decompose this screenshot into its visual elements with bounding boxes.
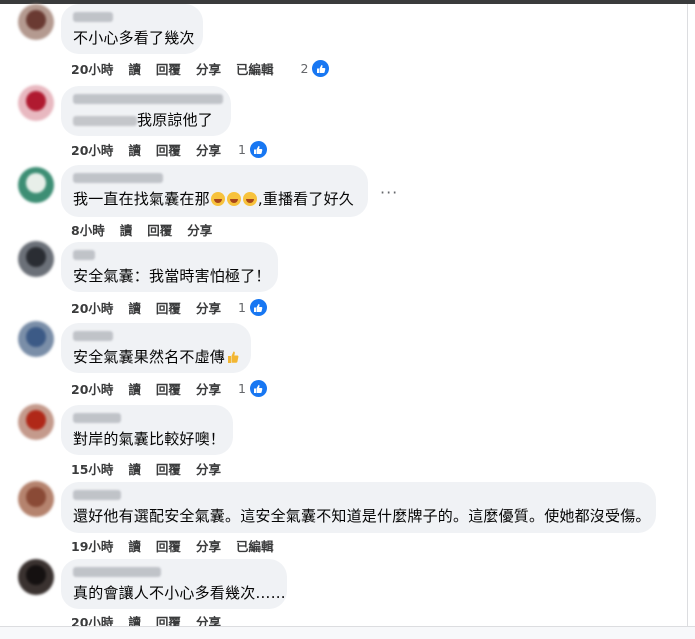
comment-time[interactable]: 20小時 [71,140,113,159]
like-icon [248,379,268,398]
read-action[interactable]: 讀 [128,59,141,78]
like-count: 1 [237,142,246,157]
comment-text: 安全氣囊：我當時害怕極了！ [73,267,271,285]
reply-action[interactable]: 回覆 [156,140,181,159]
commenter-name[interactable] [73,413,121,423]
comment-text: 不小心多看了幾次 [73,29,195,47]
share-action[interactable]: 分享 [196,140,221,159]
avatar[interactable] [18,404,54,440]
comment-text-start: 我一直在找氣囊在那 [73,190,210,208]
thumbs-up-emoji [228,351,239,363]
comment-meta: 15小時 讀 回覆 分享 [71,459,236,478]
commenter-name[interactable] [73,331,113,341]
commenter-name[interactable] [73,173,163,183]
like-icon [248,140,268,159]
comment-time[interactable]: 8小時 [71,220,105,239]
read-action[interactable]: 讀 [128,298,141,317]
like-icon [311,59,331,78]
share-action[interactable]: 分享 [187,220,212,239]
comment-bubble: 還好他有選配安全氣囊。這安全氣囊不知道是什麼牌子的。這麼優質。使她都沒受傷。 [61,482,656,533]
avatar[interactable] [18,241,54,277]
comment-text: 真的會讓人不小心多看幾次…… [73,584,286,602]
comment-bubble: 安全氣囊：我當時害怕極了！ [61,242,278,292]
share-action[interactable]: 分享 [196,459,221,478]
read-action[interactable]: 讀 [120,220,133,239]
avatar[interactable] [18,85,54,121]
rofl-emoji [210,192,225,206]
comment-text-end: ,重播看了好久 [257,190,354,208]
reply-action[interactable]: 回覆 [147,220,172,239]
comment-text: 還好他有選配安全氣囊。這安全氣囊不知道是什麼牌子的。這麼優質。使她都沒受傷。 [73,507,651,525]
read-action[interactable]: 讀 [128,379,141,398]
reply-action[interactable]: 回覆 [156,379,181,398]
reaction-count[interactable]: 1 [238,298,268,317]
comment-text-row: 我原諒他了 [73,110,219,130]
read-action[interactable]: 讀 [128,536,141,555]
comment-meta: 20小時 讀 回覆 分享 已編輯 2 [71,59,331,78]
avatar[interactable] [18,4,54,40]
read-action[interactable]: 讀 [128,459,141,478]
like-count: 1 [237,300,246,315]
comment-meta: 20小時 讀 回覆 分享 1 [71,140,268,159]
comment-meta: 20小時 讀 回覆 分享 1 [71,298,268,317]
like-count: 1 [237,381,246,396]
avatar[interactable] [18,559,54,595]
commenter-name[interactable] [73,490,121,500]
commenter-name[interactable] [73,250,95,260]
comment-meta: 19小時 讀 回覆 分享 已編輯 [71,536,288,555]
comment-meta: 8小時 讀 回覆 分享 [71,220,227,239]
comment-bubble: 對岸的氣囊比較好噢！ [61,405,233,455]
reply-action[interactable]: 回覆 [156,536,181,555]
reply-action[interactable]: 回覆 [156,59,181,78]
edited-label[interactable]: 已編輯 [236,59,274,78]
reply-action[interactable]: 回覆 [156,459,181,478]
commenter-name[interactable] [73,94,223,104]
reply-action[interactable]: 回覆 [156,298,181,317]
share-action[interactable]: 分享 [196,59,221,78]
like-count: 2 [300,61,309,76]
reaction-count[interactable]: 1 [238,379,268,398]
comment-bubble: 我一直在找氣囊在那 ,重播看了好久 [61,165,368,217]
comment-meta: 20小時 讀 回覆 分享 1 [71,379,268,398]
share-action[interactable]: 分享 [196,536,221,555]
edited-label[interactable]: 已編輯 [236,536,274,555]
avatar[interactable] [18,481,54,517]
reaction-count[interactable]: 2 [300,59,331,78]
rofl-emoji [242,192,257,206]
comment-bubble: 真的會讓人不小心多看幾次…… [61,559,287,609]
comment-time[interactable]: 19小時 [71,536,113,555]
avatar[interactable] [18,167,54,203]
comment-time[interactable]: 20小時 [71,59,113,78]
commenter-name[interactable] [73,12,113,22]
comment-text: 對岸的氣囊比較好噢！ [73,430,226,448]
comment-text: 我原諒他了 [137,111,214,129]
read-action[interactable]: 讀 [128,140,141,159]
comment-bubble: 不小心多看了幾次 [61,4,203,54]
bottom-strip [0,627,695,639]
commenter-name[interactable] [73,567,161,577]
comment-bubble: 我原諒他了 [61,86,231,136]
comment-bubble: 安全氣囊果然名不虛傳 [61,323,251,373]
comment-text-row: 我一直在找氣囊在那 ,重播看了好久 [73,189,356,209]
comment-text: 安全氣囊果然名不虛傳 [73,348,226,366]
reaction-count[interactable]: 1 [238,140,268,159]
comment-text-row: 安全氣囊果然名不虛傳 [73,347,239,367]
blurred-mention [73,115,137,126]
share-action[interactable]: 分享 [196,379,221,398]
rofl-emoji [226,192,241,206]
avatar[interactable] [18,321,54,357]
scroll-divider [687,4,688,634]
share-action[interactable]: 分享 [196,298,221,317]
comment-time[interactable]: 15小時 [71,459,113,478]
like-icon [248,298,268,317]
more-options-icon[interactable]: ··· [380,183,398,202]
comment-time[interactable]: 20小時 [71,379,113,398]
comment-time[interactable]: 20小時 [71,298,113,317]
